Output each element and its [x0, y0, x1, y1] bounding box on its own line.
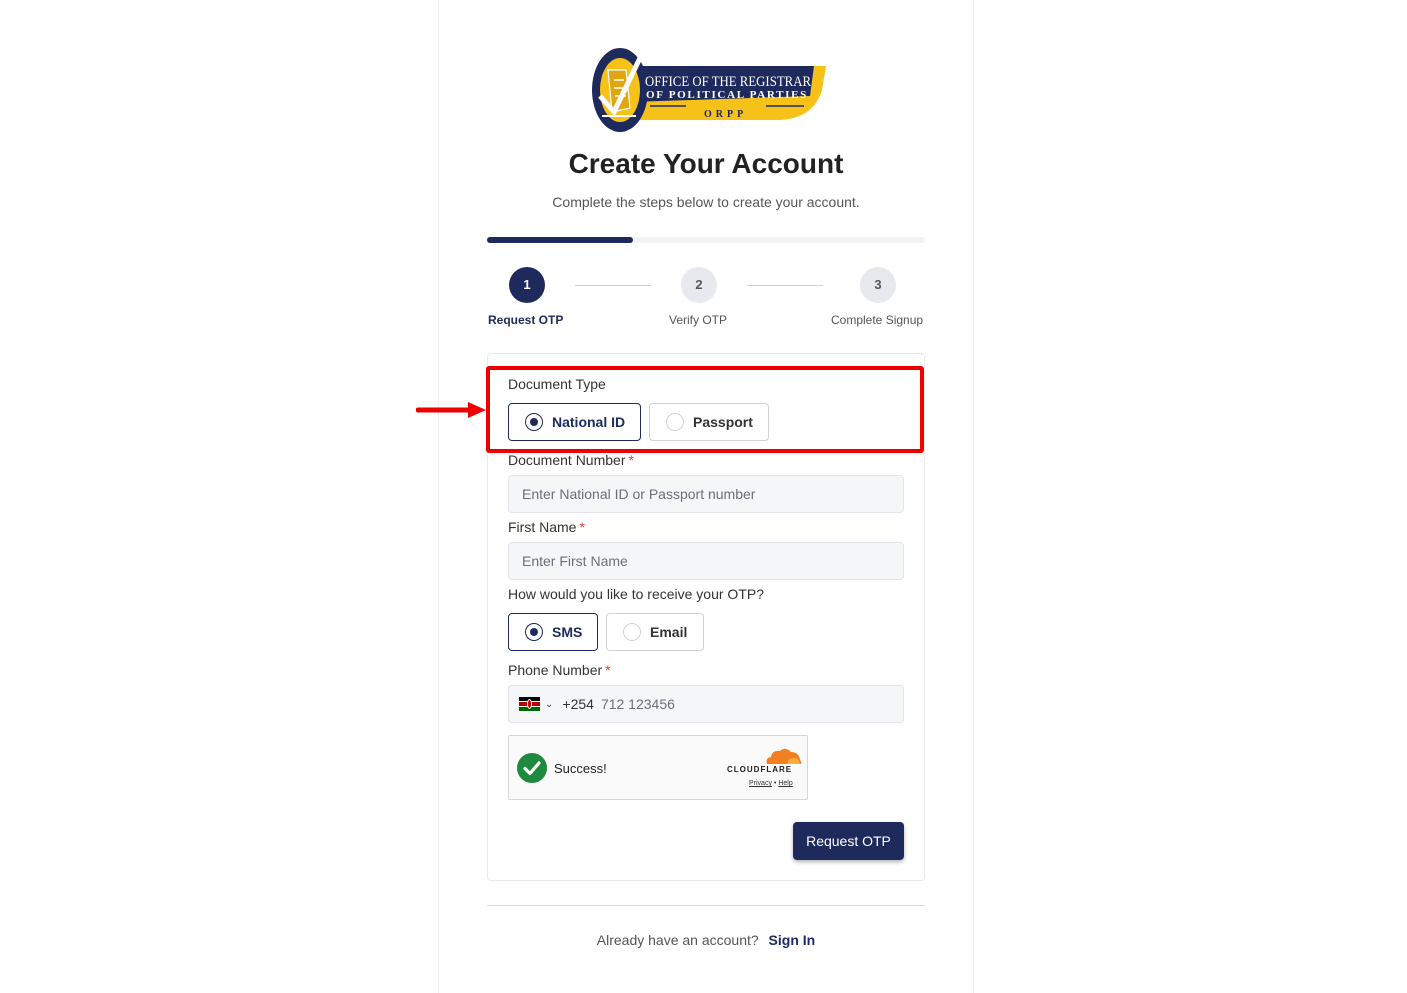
radio-unchecked-icon — [666, 413, 684, 431]
phone-number-label-text: Phone Number — [508, 662, 603, 678]
document-number-label: Document Number * — [508, 452, 634, 468]
sign-in-link[interactable]: Sign In — [769, 932, 816, 948]
passport-radio[interactable]: Passport — [649, 403, 769, 441]
logo-line1: OFFICE OF THE REGISTRAR — [645, 74, 811, 90]
cloudflare-brand: CLOUDFLARE — [727, 765, 793, 774]
success-check-icon — [517, 753, 547, 783]
first-name-label: First Name * — [508, 519, 585, 535]
link-separator: • — [773, 780, 777, 787]
step-2-indicator: 2 — [681, 267, 717, 303]
page-title: Create Your Account — [568, 148, 844, 179]
document-type-label: Document Type — [508, 376, 606, 392]
help-link[interactable]: Help — [778, 780, 792, 787]
progress-fill — [487, 237, 633, 243]
footer-divider — [487, 905, 925, 906]
required-mark: * — [605, 662, 611, 678]
privacy-link[interactable]: Privacy — [749, 780, 772, 787]
page-subtitle: Complete the steps below to create your … — [552, 194, 860, 210]
radio-checked-icon — [525, 623, 543, 641]
kenya-flag-icon[interactable] — [519, 697, 540, 711]
national-id-radio[interactable]: National ID — [508, 403, 641, 441]
passport-label: Passport — [693, 414, 753, 430]
footer: Already have an account? Sign In — [438, 932, 974, 948]
email-radio[interactable]: Email — [606, 613, 704, 651]
captcha-status: Success! — [554, 761, 607, 776]
step-2-label: Verify OTP — [669, 313, 728, 327]
annotation-arrow-icon — [416, 402, 486, 418]
step-3-indicator: 3 — [860, 267, 896, 303]
phone-number-label: Phone Number * — [508, 662, 611, 678]
chevron-down-icon[interactable]: ⌄ — [545, 699, 553, 710]
cloudflare-links: Privacy • Help — [749, 780, 793, 787]
cloudflare-captcha[interactable]: Success! CLOUDFLARE Privacy • Help — [508, 735, 808, 800]
document-number-input[interactable] — [508, 475, 904, 513]
logo-line3: ORPP — [704, 109, 747, 120]
orpp-logo: OFFICE OF THE REGISTRAR OF POLITICAL PAR… — [592, 48, 826, 132]
signin-prompt: Already have an account? — [596, 932, 759, 948]
required-mark: * — [628, 452, 634, 468]
sms-label: SMS — [552, 624, 583, 640]
otp-method-label: How would you like to receive your OTP? — [508, 586, 764, 602]
step-3-label: Complete Signup — [831, 313, 924, 327]
step-connector-2 — [747, 285, 823, 286]
required-mark: * — [579, 519, 585, 535]
step-1-indicator: 1 — [509, 267, 545, 303]
radio-checked-icon — [525, 413, 543, 431]
step-1-label: Request OTP — [488, 313, 564, 327]
first-name-input[interactable] — [508, 542, 904, 580]
radio-unchecked-icon — [623, 623, 641, 641]
step-connector-1 — [575, 285, 651, 286]
progress-bar — [487, 237, 925, 243]
document-number-label-text: Document Number — [508, 452, 626, 468]
phone-number-field: ⌄ +254 — [508, 685, 904, 723]
cloudflare-cloud-icon — [766, 748, 802, 764]
logo-line2: OF POLITICAL PARTIES — [646, 90, 808, 101]
national-id-label: National ID — [552, 414, 626, 430]
email-label: Email — [650, 624, 688, 640]
dial-code: +254 — [562, 696, 594, 712]
phone-number-input[interactable] — [600, 696, 881, 712]
first-name-label-text: First Name — [508, 519, 577, 535]
sms-radio[interactable]: SMS — [508, 613, 598, 651]
request-otp-button[interactable]: Request OTP — [793, 822, 904, 860]
